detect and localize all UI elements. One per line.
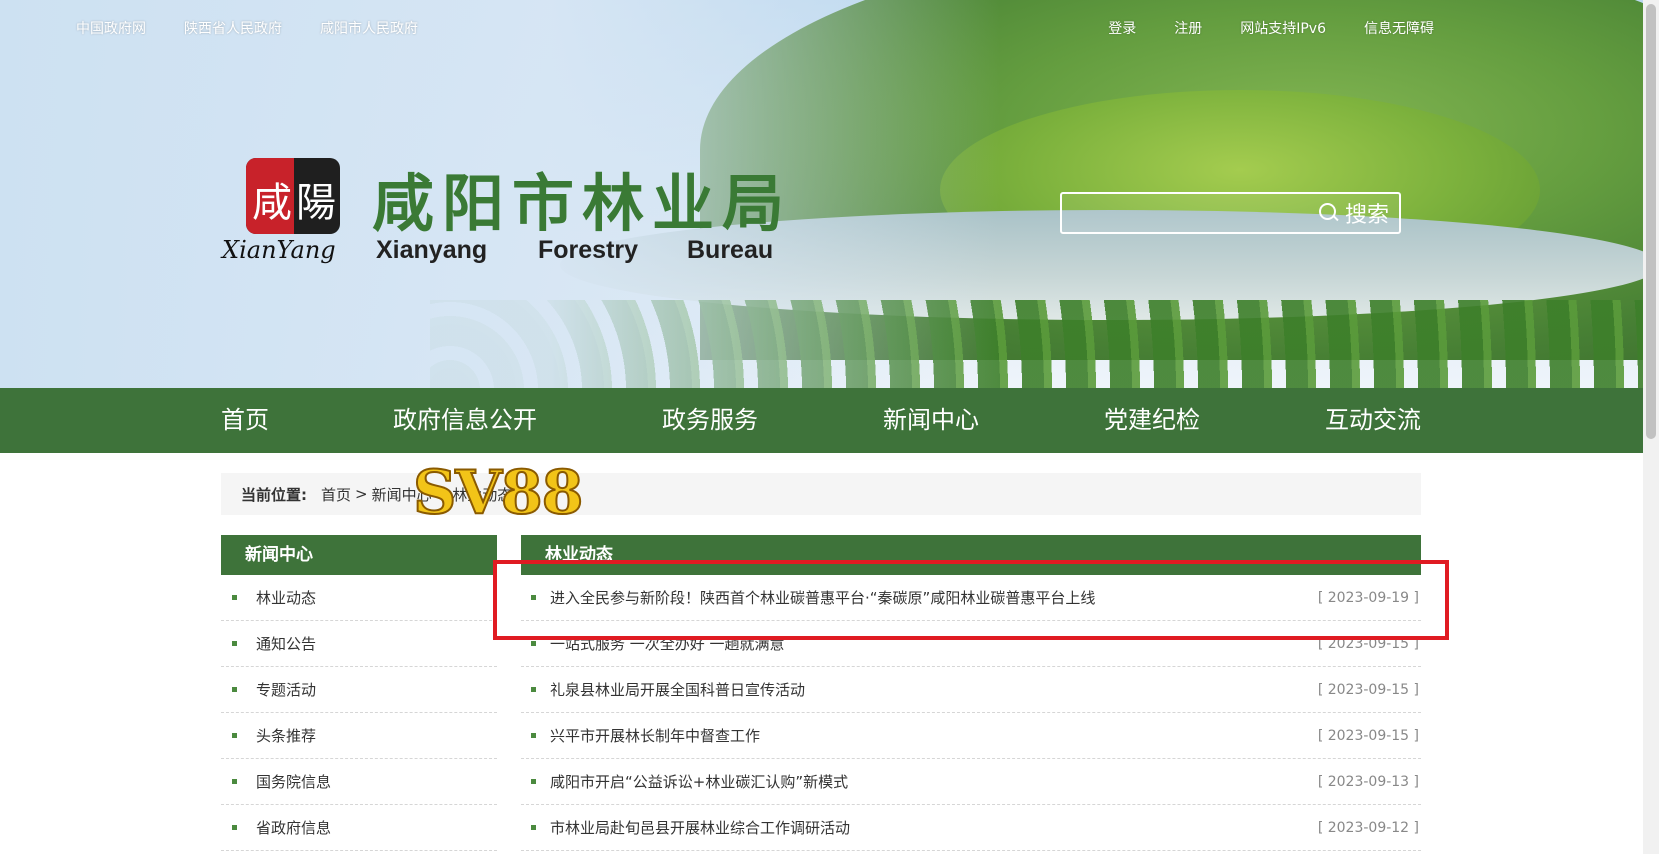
bullet-icon bbox=[531, 733, 536, 738]
news-title[interactable]: 咸阳市开启“公益诉讼+林业碳汇认购”新模式 bbox=[550, 771, 1318, 792]
news-row[interactable]: 咸阳市开启“公益诉讼+林业碳汇认购”新模式 [ 2023-09-13 ] bbox=[521, 759, 1421, 805]
bullet-icon bbox=[232, 733, 237, 738]
breadcrumb-label: 当前位置: bbox=[241, 485, 307, 504]
bullet-icon bbox=[531, 595, 536, 600]
register-link[interactable]: 注册 bbox=[1174, 18, 1202, 38]
news-title[interactable]: 进入全民参与新阶段！陕西首个林业碳普惠平台·“秦碳原”咸阳林业碳普惠平台上线 bbox=[550, 587, 1318, 608]
search-button[interactable]: 搜索 bbox=[1318, 197, 1399, 229]
bullet-icon bbox=[232, 595, 237, 600]
top-link-gov[interactable]: 中国政府网 bbox=[76, 18, 146, 38]
scrollbar-thumb[interactable] bbox=[1646, 4, 1656, 439]
news-date: [ 2023-09-12 ] bbox=[1317, 819, 1419, 836]
search-box: 搜索 bbox=[1060, 192, 1401, 234]
logo-seal-char-left: 咸 bbox=[252, 180, 292, 226]
site-en-forestry: Forestry bbox=[538, 236, 639, 264]
nav-interaction[interactable]: 互动交流 bbox=[1325, 388, 1421, 453]
sidebar-item-headlines[interactable]: 头条推荐 bbox=[221, 713, 497, 759]
logo-seal[interactable]: 咸 陽 bbox=[246, 158, 340, 234]
sidebar-item-label: 头条推荐 bbox=[256, 727, 317, 745]
bullet-icon bbox=[531, 825, 536, 830]
site-en-xianyang: Xianyang bbox=[376, 236, 488, 264]
news-title[interactable]: 市林业局赴旬邑县开展林业综合工作调研活动 bbox=[550, 817, 1318, 838]
news-date: [ 2023-09-19 ] bbox=[1317, 589, 1419, 606]
breadcrumb: 当前位置: 首页 > 新闻中心 > 林业动态 bbox=[221, 473, 1421, 515]
search-button-label: 搜索 bbox=[1344, 203, 1389, 228]
news-date: [ 2023-09-13 ] bbox=[1317, 773, 1419, 790]
nav-gov-info[interactable]: 政府信息公开 bbox=[393, 388, 537, 453]
top-link-xianyang[interactable]: 咸阳市人民政府 bbox=[320, 18, 418, 38]
logo-seal-char-right: 陽 bbox=[296, 180, 336, 226]
bullet-icon bbox=[531, 687, 536, 692]
bullet-icon bbox=[232, 641, 237, 646]
breadcrumb-sep: > bbox=[355, 485, 368, 503]
sidebar-item-label: 通知公告 bbox=[256, 635, 317, 653]
search-icon bbox=[1318, 203, 1339, 223]
top-links-right: 登录 注册 网站支持IPv6 信息无障碍 bbox=[1108, 18, 1434, 38]
sidebar-item-label: 林业动态 bbox=[256, 589, 317, 607]
bullet-icon bbox=[531, 641, 536, 646]
bullet-icon bbox=[232, 825, 237, 830]
bullet-icon bbox=[531, 779, 536, 784]
bullet-icon bbox=[232, 687, 237, 692]
search-input[interactable] bbox=[1062, 194, 1319, 232]
sidebar-item-province[interactable]: 省政府信息 bbox=[221, 805, 497, 851]
site-title: 咸阳市林业局 bbox=[372, 167, 793, 240]
news-title[interactable]: 兴平市开展林长制年中督查工作 bbox=[550, 725, 1318, 746]
news-row[interactable]: 一站式服务 一次全办好 一趟就满意 [ 2023-09-15 ] bbox=[521, 621, 1421, 667]
news-row[interactable]: 市林业局赴旬邑县开展林业综合工作调研活动 [ 2023-09-12 ] bbox=[521, 805, 1421, 851]
news-list-title: 林业动态 bbox=[521, 535, 1421, 575]
site-en-bureau: Bureau bbox=[687, 236, 774, 264]
page-scrollbar[interactable] bbox=[1643, 0, 1659, 854]
sidebar-item-label: 专题活动 bbox=[256, 681, 317, 699]
top-links-left: 中国政府网 陕西省人民政府 咸阳市人民政府 bbox=[76, 18, 418, 38]
sidebar-item-state-council[interactable]: 国务院信息 bbox=[221, 759, 497, 805]
news-date: [ 2023-09-15 ] bbox=[1317, 681, 1419, 698]
sidebar-item-special[interactable]: 专题活动 bbox=[221, 667, 497, 713]
logo-script: XianYang bbox=[222, 236, 336, 264]
news-row[interactable]: 礼泉县林业局开展全国科普日宣传活动 [ 2023-09-15 ] bbox=[521, 667, 1421, 713]
breadcrumb-home[interactable]: 首页 bbox=[321, 484, 351, 505]
sidebar-title: 新闻中心 bbox=[221, 535, 497, 575]
news-title[interactable]: 礼泉县林业局开展全国科普日宣传活动 bbox=[550, 679, 1318, 700]
login-link[interactable]: 登录 bbox=[1108, 18, 1136, 38]
news-row[interactable]: 进入全民参与新阶段！陕西首个林业碳普惠平台·“秦碳原”咸阳林业碳普惠平台上线 [… bbox=[521, 575, 1421, 621]
news-title[interactable]: 一站式服务 一次全办好 一趟就满意 bbox=[550, 633, 1318, 654]
nav-services[interactable]: 政务服务 bbox=[662, 388, 758, 453]
watermark-overlay: SV88 bbox=[412, 457, 584, 529]
sidebar-item-notices[interactable]: 通知公告 bbox=[221, 621, 497, 667]
bullet-icon bbox=[232, 779, 237, 784]
nav-news[interactable]: 新闻中心 bbox=[883, 388, 979, 453]
news-date: [ 2023-09-15 ] bbox=[1317, 727, 1419, 744]
nav-home[interactable]: 首页 bbox=[221, 388, 269, 453]
top-link-shaanxi[interactable]: 陕西省人民政府 bbox=[184, 18, 282, 38]
ipv6-link[interactable]: 网站支持IPv6 bbox=[1240, 18, 1326, 38]
nav-party[interactable]: 党建纪检 bbox=[1104, 388, 1200, 453]
sidebar-item-label: 省政府信息 bbox=[256, 819, 332, 837]
sidebar-item-label: 国务院信息 bbox=[256, 773, 332, 791]
accessibility-link[interactable]: 信息无障碍 bbox=[1364, 18, 1434, 38]
sidebar-item-forestry-news[interactable]: 林业动态 bbox=[221, 575, 497, 621]
news-date: [ 2023-09-15 ] bbox=[1317, 635, 1419, 652]
main-nav: 首页 政府信息公开 政务服务 新闻中心 党建纪检 互动交流 bbox=[0, 388, 1643, 453]
news-row[interactable]: 兴平市开展林长制年中督查工作 [ 2023-09-15 ] bbox=[521, 713, 1421, 759]
